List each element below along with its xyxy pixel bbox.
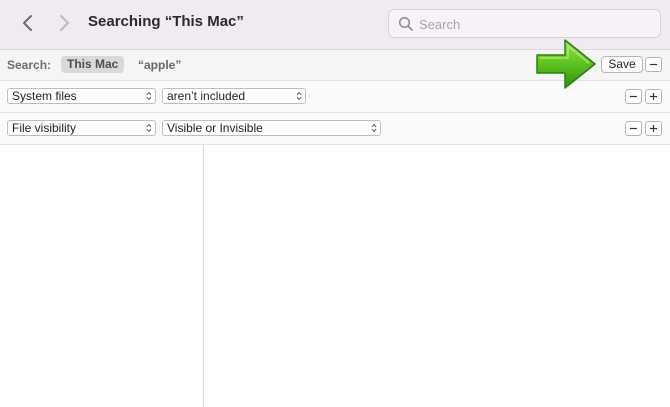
criteria-operator-popup[interactable]: Visible or Invisible: [162, 120, 381, 136]
results-sidebar-pane[interactable]: [0, 145, 204, 407]
plus-icon: [650, 93, 657, 100]
criteria-operator-popup[interactable]: aren’t included: [162, 88, 306, 104]
popup-updown-icon: [296, 91, 302, 101]
back-button[interactable]: [17, 12, 39, 34]
scope-this-mac-button[interactable]: This Mac: [61, 56, 125, 73]
green-arrow-icon: [536, 39, 596, 89]
search-icon: [398, 16, 413, 31]
criteria-attribute-popup[interactable]: File visibility: [7, 120, 156, 136]
chevron-left-icon: [23, 15, 32, 31]
popup-updown-icon: [146, 123, 152, 133]
criteria-row: File visibility Visible or Invisible: [0, 113, 670, 145]
search-scope-label: Search:: [7, 58, 52, 72]
plus-icon: [650, 125, 657, 132]
add-criteria-button[interactable]: [645, 89, 662, 104]
criteria-attribute-value: File visibility: [12, 121, 77, 135]
window-title: Searching “This Mac”: [88, 13, 244, 30]
minus-icon: [630, 95, 637, 98]
minus-icon: [650, 63, 657, 66]
criteria-attribute-popup[interactable]: System files: [7, 88, 156, 104]
criteria-operator-value: aren’t included: [167, 89, 246, 103]
scope-search-term-button[interactable]: “apple”: [138, 58, 181, 72]
criteria-operator-value: Visible or Invisible: [167, 121, 263, 135]
popup-updown-icon: [146, 91, 152, 101]
criteria-attribute-value: System files: [12, 89, 77, 103]
search-input[interactable]: [419, 15, 654, 33]
forward-button[interactable]: [53, 12, 75, 34]
chevron-right-icon: [60, 15, 69, 31]
add-criteria-button[interactable]: [645, 121, 662, 136]
remove-criteria-button[interactable]: [625, 89, 642, 104]
remove-criteria-button[interactable]: [625, 121, 642, 136]
search-field[interactable]: [388, 9, 661, 38]
minus-icon: [630, 127, 637, 130]
results-list-pane[interactable]: [205, 145, 670, 407]
popup-updown-icon: [371, 123, 377, 133]
save-button[interactable]: Save: [601, 56, 643, 73]
remove-search-button[interactable]: [645, 57, 662, 72]
